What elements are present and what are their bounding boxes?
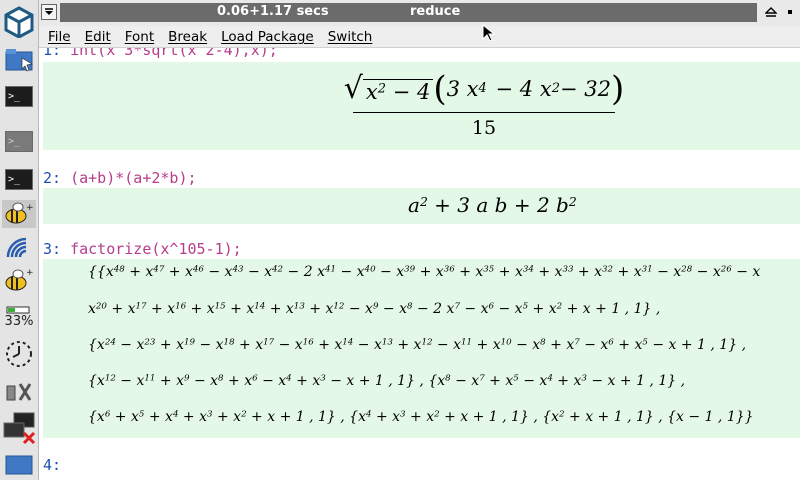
- result-numerator: √ x2 − 4(3 x4 − 4 x2 − 32): [344, 72, 624, 113]
- menu-load-package[interactable]: Load Package: [221, 29, 314, 45]
- window-menu-button[interactable]: [41, 4, 57, 20]
- result-fraction: √ x2 − 4(3 x4 − 4 x2 − 32) 15: [344, 72, 624, 139]
- terminal-icon[interactable]: >_: [2, 166, 36, 192]
- input-line-3[interactable]: 3: factorize(x^105-1);: [43, 240, 242, 258]
- prompt-number: 2:: [43, 169, 62, 187]
- bee-icon[interactable]: ++: [2, 200, 36, 228]
- result-line: {x12 − x11 + x9 − x8 + x6 − x4 + x3 − x …: [88, 373, 686, 389]
- svg-text:++: ++: [26, 203, 34, 213]
- folder-icon[interactable]: [2, 44, 36, 74]
- battery-label: 33%: [4, 313, 34, 329]
- shade-button[interactable]: [763, 4, 779, 20]
- minimize-icon: [788, 10, 792, 14]
- input-line-2[interactable]: 2: (a+b)*(a+2*b);: [43, 169, 197, 187]
- shade-icon: [765, 7, 777, 17]
- reduce-session[interactable]: 1: int(x^3*sqrt(x^2-4),x); √ x2 − 4(3 x4 …: [39, 48, 800, 480]
- mouse-cursor-icon: [482, 24, 496, 42]
- timing-label: 0.06+1.17 secs: [217, 4, 329, 19]
- result-denominator: 15: [471, 117, 497, 139]
- result-line: {{x48 + x47 + x46 − x43 − x42 − 2 x41 − …: [88, 264, 761, 280]
- menu-file[interactable]: File: [48, 29, 71, 45]
- output-block-2: a2 + 3 a b + 2 b2: [43, 188, 800, 224]
- terminal-icon[interactable]: >_: [2, 83, 36, 109]
- menu-break[interactable]: Break: [168, 29, 207, 45]
- prompt-number: 1:: [43, 48, 62, 59]
- input-command: factorize(x^105-1);: [70, 240, 242, 258]
- input-command: (a+b)*(a+2*b);: [70, 169, 197, 187]
- minimize-button[interactable]: [782, 4, 798, 20]
- input-command: int(x^3*sqrt(x^2-4),x);: [70, 48, 278, 59]
- files-icon[interactable]: [2, 5, 36, 39]
- network-disconnected-icon[interactable]: [2, 410, 36, 446]
- battery-icon: 33%: [2, 302, 36, 332]
- result-expression: a2 + 3 a b + 2 b2: [408, 193, 577, 217]
- settings-icon[interactable]: [2, 378, 36, 406]
- result-line: {x6 + x5 + x4 + x3 + x2 + x + 1 , 1} , {…: [88, 409, 754, 425]
- prompt-number: 4:: [43, 456, 62, 474]
- output-block-1: √ x2 − 4(3 x4 − 4 x2 − 32) 15: [43, 62, 800, 150]
- input-line-1[interactable]: 1: int(x^3*sqrt(x^2-4),x);: [43, 48, 278, 59]
- menu-font[interactable]: Font: [125, 29, 154, 45]
- terminal-icon[interactable]: >_: [2, 128, 36, 154]
- title-bar-center[interactable]: 0.06+1.17 secs reduce: [60, 3, 757, 22]
- menubar: File Edit Font Break Load Package Switch: [39, 26, 800, 48]
- window-titlebar: 0.06+1.17 secs reduce: [39, 0, 800, 26]
- dock: >_ >_ >_ ++ ++ 33%: [0, 0, 39, 480]
- svg-text:++: ++: [26, 268, 34, 278]
- chevron-down-icon: [45, 8, 53, 15]
- menu-edit[interactable]: Edit: [85, 29, 111, 45]
- prompt-number: 3:: [43, 240, 62, 258]
- result-line: {x24 − x23 + x19 − x18 + x17 − x16 + x14…: [88, 337, 747, 353]
- desktop-icon[interactable]: [2, 452, 36, 478]
- clock-icon[interactable]: [2, 338, 36, 370]
- wifi-icon[interactable]: [2, 232, 36, 260]
- window-title: reduce: [410, 4, 461, 19]
- output-block-3: {{x48 + x47 + x46 − x43 − x42 − 2 x41 − …: [43, 259, 800, 438]
- result-line: x20 + x17 + x16 + x15 + x14 + x13 + x12 …: [88, 301, 661, 317]
- window-controls: [763, 4, 800, 20]
- bee-icon[interactable]: ++: [2, 265, 36, 295]
- input-line-4[interactable]: 4:: [43, 456, 70, 474]
- menu-switch[interactable]: Switch: [328, 29, 373, 45]
